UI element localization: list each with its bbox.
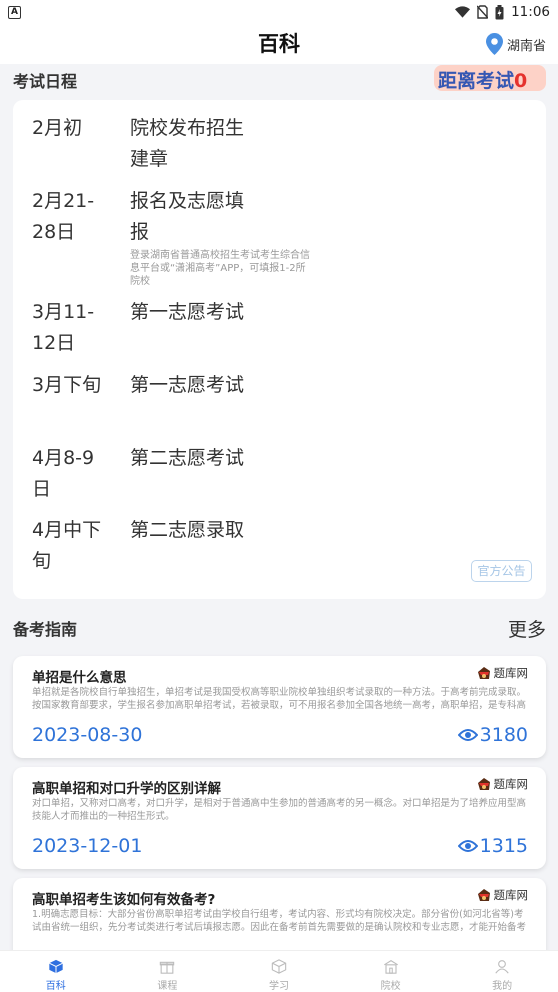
location-label: 湖南省 (506, 38, 546, 54)
schedule-event: 报名及志愿填报 (130, 190, 245, 243)
schedule-date: 2月21-28日 (32, 190, 95, 243)
nav-label: 学习 (268, 981, 289, 992)
cube-icon (48, 959, 63, 974)
more-link[interactable]: 更多 (508, 615, 546, 642)
no-sim-icon (477, 5, 489, 19)
article-view-count: 3180 (479, 724, 528, 746)
countdown-value: 0 (514, 70, 528, 92)
schedule-event: 第一志愿考试 (130, 374, 245, 396)
article-card[interactable]: 高职单招和对口升学的区别详解 题库网 对口单招，又称对口高考，对口升学，是相对于… (13, 767, 546, 869)
schedule-card: 2月初 院校发布招生建章 2月21-28日 报名及志愿填报 登录湖南省普通高校招… (13, 100, 546, 599)
eye-icon (457, 840, 478, 852)
article-date: 2023-12-01 (32, 835, 143, 857)
schedule-note: 登录湖南省普通高校招生考试考生综合信息平台或“潇湘高考”APP，可填报1-2所院… (130, 250, 310, 287)
article-view-count: 1315 (479, 835, 528, 857)
article-views: 1315 (457, 835, 528, 857)
gift-icon (160, 961, 175, 974)
nav-item-courses[interactable]: 课程 (112, 951, 224, 992)
schedule-date: 3月11-12日 (32, 301, 95, 354)
article-source: 题库网 (477, 776, 529, 792)
schedule-date: 4月中下旬 (32, 519, 102, 572)
article-source: 题库网 (477, 665, 529, 681)
schedule-date: 2月初 (32, 117, 83, 139)
battery-icon (495, 4, 504, 19)
countdown-label: 距离考试 (438, 70, 515, 92)
article-summary: 单招就是各院校自行单独招生，单招考试是我国受权高等职业院校单独组织考试录取的一种… (32, 687, 527, 711)
wifi-icon (455, 6, 471, 18)
article-date: 2023-08-30 (32, 724, 143, 746)
nav-item-schools[interactable]: 院校 (335, 951, 447, 992)
location-pin-icon (485, 33, 503, 55)
article-card[interactable]: 单招是什么意思 题库网 单招就是各院校自行单独招生，单招考试是我国受权高等职业院… (13, 656, 546, 758)
box-icon (271, 959, 287, 974)
schedule-event: 第一志愿考试 (130, 301, 245, 323)
article-summary: 对口单招，又称对口高考，对口升学，是相对于普通高中生参加的普通高考的另一概念。对… (32, 798, 527, 822)
schedule-event: 院校发布招生建章 (130, 117, 245, 170)
source-logo-icon (477, 778, 490, 790)
schedule-date: 3月下旬 (32, 374, 102, 396)
article-title: 单招是什么意思 (32, 670, 127, 686)
app-header: 百科 湖南省 (0, 24, 558, 64)
schedule-heading: 考试日程 (13, 72, 78, 91)
article-source-name: 题库网 (493, 666, 529, 680)
article-source-name: 题库网 (493, 888, 529, 902)
status-icons: 11:06 (455, 4, 550, 20)
location-selector[interactable]: 湖南省 (485, 33, 546, 55)
school-icon (383, 960, 398, 974)
user-icon (495, 960, 509, 974)
schedule-event: 第二志愿考试 (130, 447, 245, 469)
page-title: 百科 (258, 32, 300, 56)
schedule-date: 4月8-9日 (32, 447, 95, 500)
source-logo-icon (477, 667, 490, 679)
article-source: 题库网 (477, 887, 529, 903)
schedule-event: 第二志愿录取 (130, 519, 245, 541)
nav-label: 院校 (380, 981, 401, 992)
article-source-name: 题库网 (493, 777, 529, 791)
bottom-nav: 百科 课程 学习 院校 我的 (0, 950, 558, 992)
nav-item-baike[interactable]: 百科 (0, 951, 112, 992)
eye-icon (457, 729, 478, 741)
nav-item-study[interactable]: 学习 (223, 951, 335, 992)
official-notice-button[interactable]: 官方公告 (471, 560, 532, 582)
countdown-text: 距离考试0 (438, 66, 527, 93)
article-views: 3180 (457, 724, 528, 746)
article-summary: 1.明确志愿目标：大部分省份高职单招考试由学校自行组考，考试内容、形式均有院校决… (32, 909, 527, 933)
nav-item-mine[interactable]: 我的 (446, 951, 558, 992)
article-title: 高职单招考生该如何有效备考? (32, 892, 216, 908)
guide-heading: 备考指南 (13, 620, 78, 639)
source-logo-icon (477, 889, 490, 901)
article-title: 高职单招和对口升学的区别详解 (32, 781, 221, 797)
clock: 11:06 (511, 4, 550, 20)
nav-label: 课程 (157, 981, 178, 992)
nav-label: 我的 (492, 981, 513, 992)
nav-label: 百科 (45, 981, 66, 992)
app-notification-icon: A (8, 5, 21, 19)
status-bar: A 11:06 (0, 0, 558, 24)
